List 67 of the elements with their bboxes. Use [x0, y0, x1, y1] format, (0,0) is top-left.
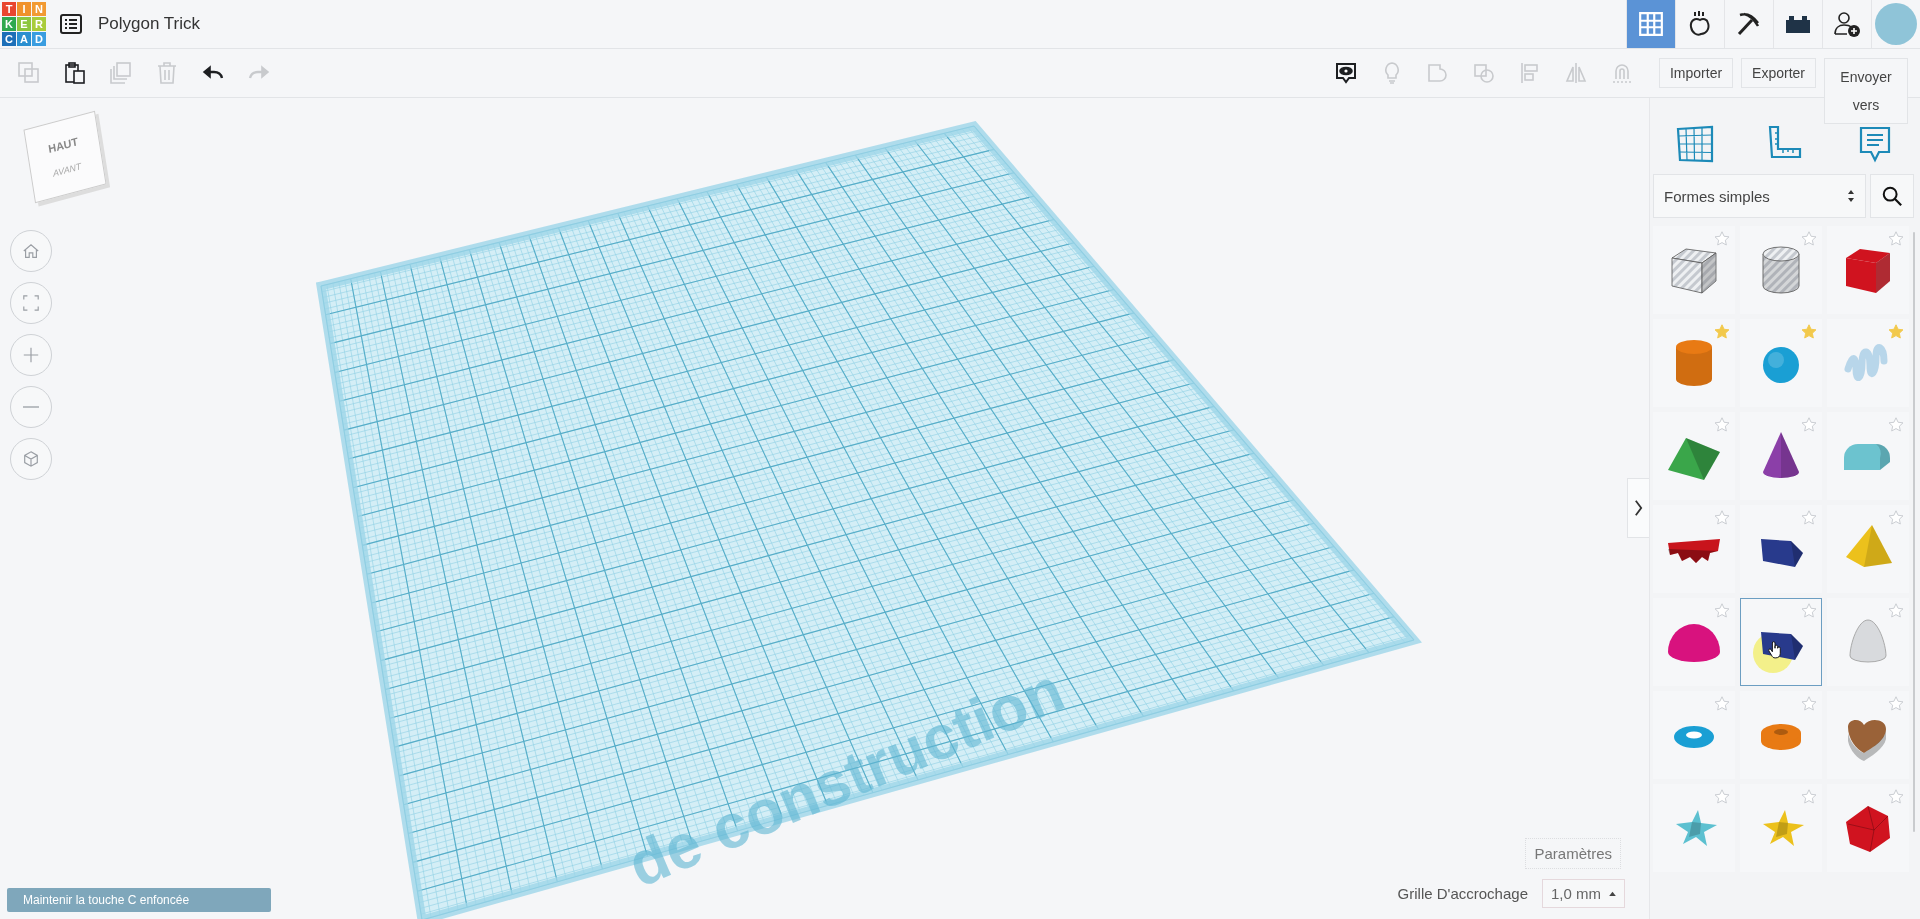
collapse-panel-button[interactable]	[1627, 478, 1649, 538]
star-icon[interactable]	[1801, 510, 1817, 526]
home-icon	[22, 242, 40, 260]
star-icon[interactable]	[1714, 696, 1730, 712]
star-icon[interactable]	[1714, 324, 1730, 340]
paste-icon	[63, 61, 87, 85]
apple-icon	[1688, 10, 1712, 38]
star-icon[interactable]	[1714, 231, 1730, 247]
add-user-icon	[1833, 10, 1861, 38]
avatar-circle	[1875, 3, 1917, 45]
view-control-button[interactable]	[10, 230, 52, 272]
star-icon[interactable]	[1714, 603, 1730, 619]
trash-icon	[155, 61, 179, 85]
view-control-button[interactable]	[10, 282, 52, 324]
action-button[interactable]: Exporter	[1741, 58, 1816, 88]
star-icon[interactable]	[1888, 789, 1904, 805]
shape-tile[interactable]	[1740, 598, 1822, 686]
ungroup-icon	[1471, 61, 1496, 85]
action-button[interactable]: Importer	[1658, 58, 1734, 88]
view-cube[interactable]: HAUT AVANT	[23, 110, 107, 204]
settings-button[interactable]: Paramètres	[1525, 838, 1621, 869]
star-icon[interactable]	[1888, 231, 1904, 247]
tinkercad-logo[interactable]: T I N K E R C A D	[2, 2, 46, 46]
star-icon[interactable]	[1801, 231, 1817, 247]
group-icon	[1425, 61, 1450, 85]
sort-arrows-icon	[1847, 189, 1855, 203]
star-icon[interactable]	[1714, 417, 1730, 433]
star-icon[interactable]	[1801, 789, 1817, 805]
view-control-button[interactable]	[10, 438, 52, 480]
hint-tooltip: Maintenir la touche C enfoncée	[7, 888, 271, 912]
star-icon[interactable]	[1801, 696, 1817, 712]
view-control-button[interactable]	[10, 334, 52, 376]
pickaxe-icon	[1736, 11, 1762, 37]
star-icon[interactable]	[1801, 417, 1817, 433]
brick-icon	[1785, 14, 1811, 34]
star-icon[interactable]	[1888, 324, 1904, 340]
cube-face-label[interactable]: HAUT	[47, 135, 79, 155]
shape-library-dropdown[interactable]: Formes simples	[1653, 174, 1866, 218]
star-icon[interactable]	[1888, 696, 1904, 712]
star-icon[interactable]	[1801, 324, 1817, 340]
grid-panel-icon	[1675, 124, 1715, 164]
cube-outline-icon	[22, 450, 40, 468]
project-title[interactable]: Polygon Trick	[98, 14, 201, 34]
fit-view-icon	[22, 294, 40, 312]
copy-icon	[17, 61, 41, 85]
duplicate-icon	[109, 61, 133, 85]
scrollbar[interactable]	[1913, 232, 1915, 832]
caret-up-icon	[1609, 891, 1616, 896]
star-icon[interactable]	[1714, 510, 1730, 526]
star-icon[interactable]	[1888, 603, 1904, 619]
mirror-icon	[1563, 61, 1588, 85]
view-control-button[interactable]	[10, 386, 52, 428]
star-icon[interactable]	[1714, 789, 1730, 805]
search-icon	[1881, 185, 1903, 207]
eye-bubble-icon	[1333, 61, 1358, 85]
hand-cursor-icon	[1768, 641, 1782, 659]
star-icon[interactable]	[1888, 510, 1904, 526]
snap-grid-dropdown[interactable]: 1,0 mm	[1542, 879, 1625, 908]
star-icon[interactable]	[1801, 603, 1817, 619]
list-icon[interactable]	[60, 14, 82, 34]
zoom-in-icon	[22, 346, 40, 364]
snap-grid-label: Grille D'accrochage	[1397, 885, 1528, 902]
star-icon[interactable]	[1888, 417, 1904, 433]
grid-icon	[1638, 11, 1664, 37]
search-button[interactable]	[1870, 174, 1914, 218]
action-button[interactable]: Envoyer vers	[1824, 58, 1908, 124]
chevron-right-icon	[1634, 499, 1643, 517]
